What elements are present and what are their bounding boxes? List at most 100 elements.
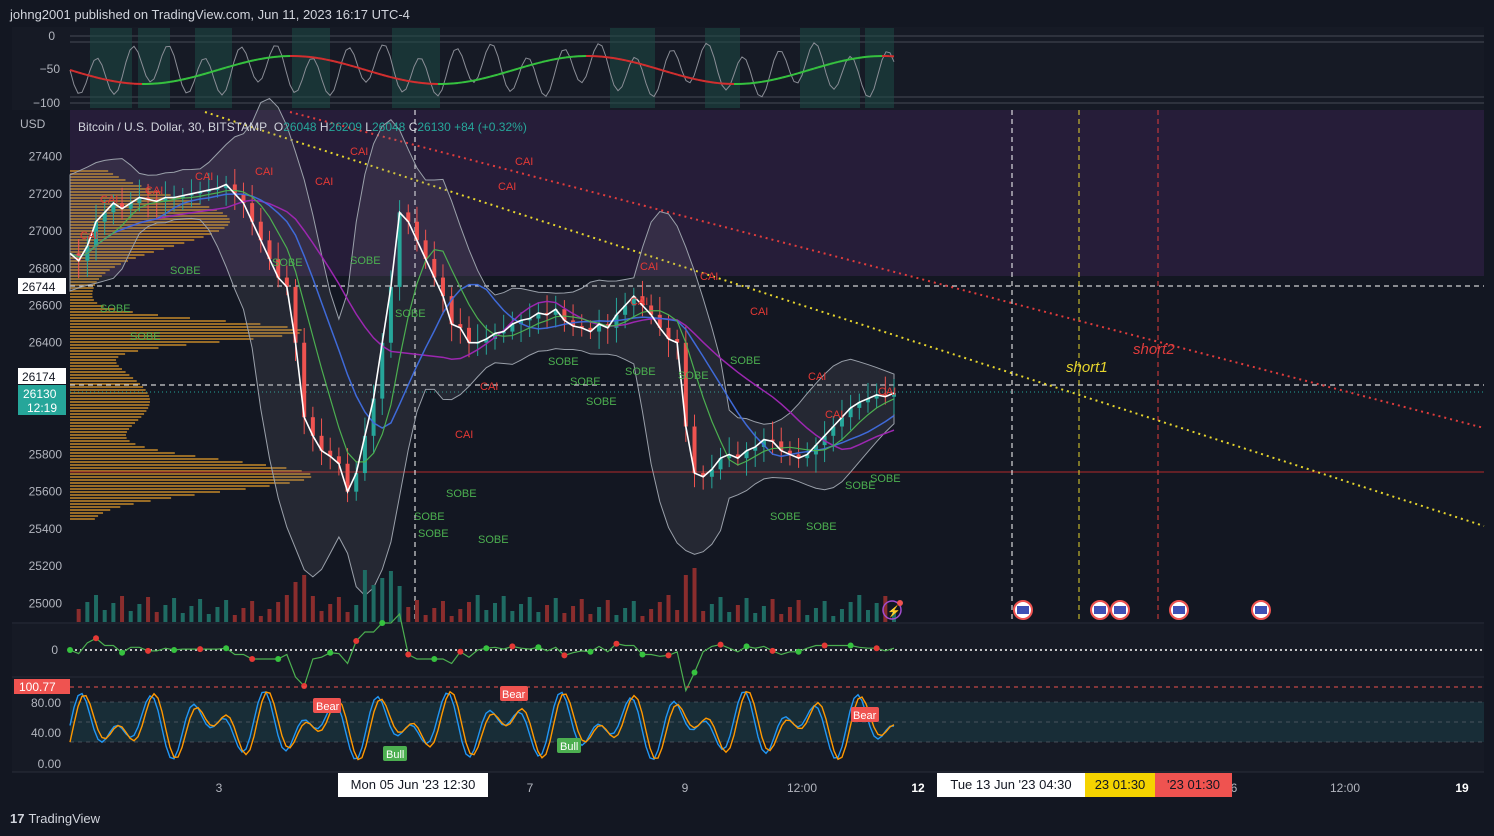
signal-sell: CAI (350, 146, 368, 158)
top-osc-smooth (389, 75, 395, 79)
volume-bar (163, 605, 168, 622)
volume-bar (198, 599, 203, 622)
top-osc-smooth (541, 60, 547, 64)
top-osc-smooth (509, 68, 515, 73)
top-osc-smooth (245, 60, 251, 64)
short2-label: short2 (1133, 341, 1175, 358)
top-osc-smooth (489, 74, 495, 78)
volume-bar (172, 598, 177, 622)
top-osc-smooth (205, 71, 211, 75)
top-osc-smooth (197, 73, 203, 77)
volume-bar (484, 610, 489, 622)
volume-bar (206, 614, 211, 622)
price-tick: 27200 (29, 187, 63, 201)
top-osc-tick: −50 (40, 62, 61, 76)
level-label-1: 26744 (22, 280, 56, 294)
volume-bar (258, 616, 263, 622)
us-flag-icon[interactable] (1090, 600, 1110, 620)
mid-osc-dot (301, 683, 308, 689)
top-osc-smooth (369, 70, 375, 74)
volume-bar (449, 616, 454, 622)
top-osc-smooth (537, 61, 543, 65)
top-osc-smooth (529, 63, 535, 67)
volume-bar (605, 600, 610, 622)
time-tick: 9 (682, 781, 689, 795)
volume-bar (779, 614, 784, 622)
volume-bar (85, 602, 90, 622)
top-osc-smooth (193, 74, 199, 78)
volume-profile-row (70, 419, 139, 421)
top-osc-smooth (241, 61, 247, 65)
mid-osc-dot (561, 652, 568, 659)
volume-bar (709, 604, 714, 622)
volume-bar (120, 596, 125, 622)
volume-profile-row (70, 482, 290, 484)
volume-profile-row (70, 494, 195, 496)
volume-profile-row (70, 458, 219, 460)
volume-bar (813, 608, 818, 622)
mid-osc-dot (119, 649, 126, 656)
top-osc-smooth (169, 80, 175, 83)
signal-buy: SOBE (770, 511, 801, 523)
top-osc-smooth (393, 76, 399, 80)
price-tick: 25000 (29, 596, 63, 610)
volume-bar (727, 612, 732, 622)
price-tick: 26400 (29, 336, 63, 350)
top-osc-smooth (649, 65, 655, 69)
volume-profile-row (70, 452, 175, 454)
volume-profile-row (70, 359, 116, 361)
signal-buy: SOBE (570, 376, 601, 388)
top-osc-smooth (93, 75, 99, 79)
top-osc-smooth (653, 66, 659, 70)
volume-bar (276, 602, 281, 622)
volume-profile-row (70, 386, 144, 388)
volume-profile-row (70, 428, 130, 430)
top-osc-smooth (237, 62, 243, 66)
top-osc-smooth (377, 72, 383, 76)
volume-bar (735, 605, 740, 622)
top-osc-smooth (73, 70, 79, 74)
mid-osc-dot (587, 648, 594, 655)
top-osc-smooth (761, 80, 767, 83)
us-flag-icon[interactable] (1013, 600, 1033, 620)
top-osc-smooth (533, 62, 539, 66)
volume-bar (770, 599, 775, 622)
top-osc-smooth (381, 73, 387, 77)
price-tick: 27000 (29, 224, 63, 238)
signal-sell: CAI (80, 230, 98, 242)
us-flag-icon[interactable] (1110, 600, 1130, 620)
top-osc-smooth (701, 79, 707, 83)
mid-osc-dot (847, 642, 854, 649)
top-osc-smooth (613, 57, 619, 60)
us-flag-icon[interactable] (1251, 600, 1271, 620)
tradingview-logo[interactable]: 17 TradingView (10, 811, 100, 826)
volume-bar (701, 611, 706, 622)
top-osc-smooth (253, 58, 259, 62)
volume-profile-row (70, 356, 119, 358)
top-osc-smooth (821, 64, 827, 68)
top-osc-smooth (525, 64, 531, 68)
volume-profile-row (70, 401, 150, 403)
svg-text:Bull: Bull (386, 749, 404, 761)
volume-bar (865, 610, 870, 622)
top-osc-smooth (665, 70, 671, 74)
us-flag-icon[interactable] (1169, 600, 1189, 620)
ohlc-open: 26048 (283, 120, 317, 134)
top-osc-smooth (849, 57, 855, 61)
top-osc-smooth (109, 79, 115, 83)
svg-text:⚡: ⚡ (887, 605, 901, 618)
top-osc-smooth (553, 57, 559, 61)
volume-bar (848, 602, 853, 622)
top-osc-smooth (705, 80, 711, 84)
volume-profile-row (70, 320, 226, 322)
volume-bar (649, 609, 654, 622)
symbol-legend[interactable]: Bitcoin / U.S. Dollar, 30, BITSTAMP O260… (78, 120, 527, 134)
volume-profile-row (70, 302, 98, 304)
top-osc-smooth (229, 64, 235, 68)
volume-bar (250, 601, 255, 622)
volume-profile-row (70, 455, 196, 457)
top-osc-smooth (689, 77, 695, 80)
signal-sell: CAI (255, 166, 273, 178)
signal-buy: SOBE (100, 303, 131, 315)
mid-osc-dot (67, 647, 73, 653)
